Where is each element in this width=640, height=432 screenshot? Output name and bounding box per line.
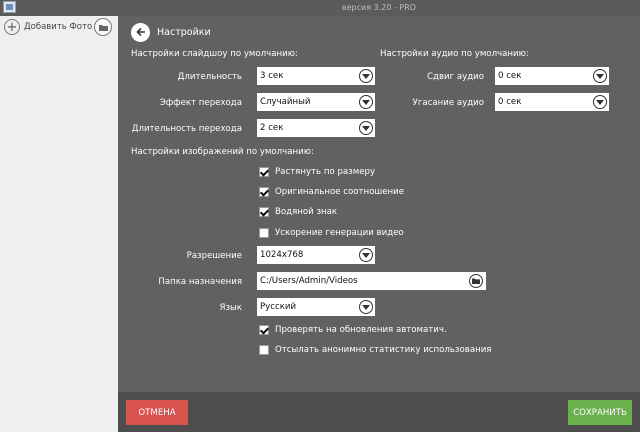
chevron-down-icon[interactable] [593,69,607,83]
checkbox-accelerate[interactable]: Ускорение генерации видео [259,226,404,240]
checkbox-label: Водяной знак [275,207,338,217]
audio-section-heading: Настройки аудио по умолчанию: [380,49,529,59]
save-button[interactable]: СОХРАНИТЬ [568,400,632,425]
resolution-select[interactable]: 1024x768 [257,246,375,264]
destination-folder-field[interactable]: C:/Users/Admin/Videos [257,272,486,290]
transition-duration-select[interactable]: 2 сек [257,119,375,137]
chevron-down-icon[interactable] [359,300,373,314]
transition-duration-value: 2 сек [260,123,284,133]
checkbox-box[interactable] [259,207,269,217]
duration-value: 3 сек [260,71,284,81]
transition-effect-value: Случайный [260,97,311,107]
resolution-label: Разрешение [186,251,242,261]
checkbox-stretch[interactable]: Растянуть по размеру [259,165,375,179]
destination-folder-label: Папка назначения [158,277,242,287]
destination-folder-value: C:/Users/Admin/Videos [260,276,358,286]
checkbox-label: Проверять на обновления автоматич. [275,325,447,335]
chevron-down-icon[interactable] [359,121,373,135]
add-photo-button[interactable]: + Добавить Фото [4,18,92,36]
checkbox-label: Отсылать анонимно статистику использован… [275,345,492,355]
folder-icon [472,278,480,284]
audio-fade-label: Угасание аудио [412,98,484,108]
transition-duration-label: Длительность перехода [131,124,242,134]
checkbox-label: Ускорение генерации видео [275,228,404,238]
audio-shift-select[interactable]: 0 сек [495,67,609,85]
chevron-down-icon[interactable] [359,69,373,83]
page-title: Настройки [157,26,211,38]
language-value: Русский [260,302,297,312]
checkbox-watermark[interactable]: Водяной знак [259,205,337,219]
checkbox-label: Растянуть по размеру [275,167,376,177]
dialog-footer: ОТМЕНА СОХРАНИТЬ [118,392,640,432]
checkbox-label: Оригинальное соотношение [275,187,405,197]
sidebar: + Добавить Фото [0,16,118,432]
slideshow-section-heading: Настройки слайдшоу по умолчанию: [131,49,298,59]
dialog-header: Настройки [131,22,211,42]
add-photo-label: Добавить Фото [24,22,93,32]
checkbox-original-ratio[interactable]: Оригинальное соотношение [259,185,404,199]
browse-folder-button[interactable] [469,274,483,288]
checkbox-box[interactable] [259,167,269,177]
duration-label: Длительность [177,72,242,82]
checkbox-box[interactable] [259,325,269,335]
checkbox-box[interactable] [259,187,269,197]
audio-shift-label: Сдвиг аудио [427,72,484,82]
title-bar: версия 3.20 - PRO [0,0,640,16]
version-label: версия 3.20 - PRO [341,3,417,12]
open-folder-button[interactable] [94,18,112,36]
arrow-left-icon [135,27,145,37]
app-logo-icon [3,1,16,13]
checkbox-anonymous-stats[interactable]: Отсылать анонимно статистику использован… [259,343,491,357]
plus-icon: + [4,19,20,35]
duration-select[interactable]: 3 сек [257,67,375,85]
transition-effect-label: Эффект перехода [159,98,242,108]
chevron-down-icon[interactable] [593,95,607,109]
chevron-down-icon[interactable] [359,248,373,262]
folder-icon [99,25,108,31]
checkbox-box[interactable] [259,345,269,355]
chevron-down-icon[interactable] [359,95,373,109]
back-button[interactable] [131,22,150,42]
checkbox-box[interactable] [259,228,269,238]
settings-dialog: Настройки Настройки слайдшоу по умолчани… [118,16,640,432]
cancel-button[interactable]: ОТМЕНА [126,400,188,425]
transition-effect-select[interactable]: Случайный [257,93,375,111]
images-section-heading: Настройки изображений по умолчанию: [131,147,314,157]
resolution-value: 1024x768 [260,250,304,260]
language-select[interactable]: Русский [257,298,375,316]
audio-fade-select[interactable]: 0 сек [495,93,609,111]
checkbox-auto-update[interactable]: Проверять на обновления автоматич. [259,323,447,337]
language-label: Язык [219,303,242,313]
